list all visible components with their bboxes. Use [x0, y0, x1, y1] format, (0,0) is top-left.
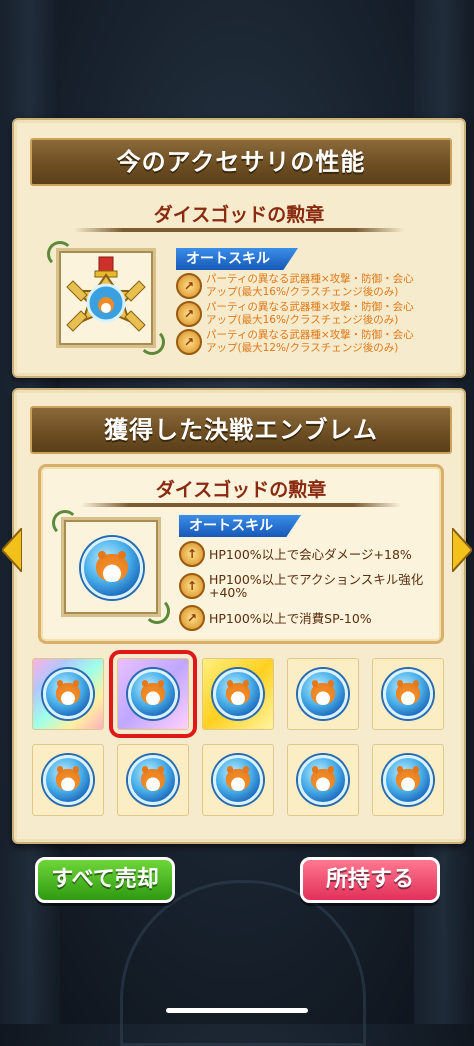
background-arch: [120, 880, 366, 1046]
emblem-skill-2: ↑ HP100%以上でアクションスキル強化+40%: [179, 573, 429, 599]
tiger-emblem-icon: [383, 669, 433, 719]
tiger-emblem-icon: [128, 755, 178, 805]
accessory-skill-2: ↗ パーティの異なる武器種×攻撃・防御・会心アップ(最大16%/クラスチェンジ後…: [176, 301, 421, 327]
emblem-detail-card: ダイスゴッドの勲章 オートスキル ↑ HP100%以上で会心ダメージ+18% ↑…: [38, 464, 444, 644]
current-accessory-panel: 今のアクセサリの性能 ダイスゴッドの勲章 オートスキル ↗ パーティの異なる武器…: [12, 118, 466, 378]
tiger-emblem-icon: [298, 669, 348, 719]
accessory-skill-text: パーティの異なる武器種×攻撃・防御・会心アップ(最大12%/クラスチェンジ後のみ…: [206, 329, 414, 354]
emblem-slot[interactable]: [202, 658, 274, 730]
next-arrow-icon[interactable]: [452, 528, 472, 572]
emblem-slot[interactable]: [287, 744, 359, 816]
emblem-skill-text: HP100%以上で会心ダメージ+18%: [209, 546, 412, 562]
tiger-emblem-icon: [43, 755, 93, 805]
accessory-name: ダイスゴッドの勲章: [153, 204, 325, 226]
accessory-skill-text: パーティの異なる武器種×攻撃・防御・会心アップ(最大16%/クラスチェンジ後のみ…: [206, 301, 414, 326]
tiger-emblem-icon: [43, 669, 93, 719]
emblem-slot[interactable]: [287, 658, 359, 730]
tiger-emblem-icon: [383, 755, 433, 805]
skill-level-icon: ↗: [179, 605, 205, 631]
skill-level-icon: ↗: [176, 301, 202, 327]
medal-icon: [66, 256, 146, 332]
emblem-frame: [52, 510, 170, 624]
tiger-emblem-icon: [128, 669, 178, 719]
emblem-slot[interactable]: [32, 744, 104, 816]
current-accessory-title: 今のアクセサリの性能: [30, 138, 452, 186]
name-divider: [74, 228, 404, 232]
tiger-emblem-icon: [213, 669, 263, 719]
sell-all-button[interactable]: すべて売却: [35, 857, 175, 903]
emblem-skill-text: HP100%以上で消費SP-10%: [209, 610, 372, 626]
accessory-skill-1: ↗ パーティの異なる武器種×攻撃・防御・会心アップ(最大16%/クラスチェンジ後…: [176, 273, 421, 299]
earned-emblem-panel: 獲得した決戦エンブレム ダイスゴッドの勲章 オートスキル ↑ HP100%以上で…: [12, 388, 466, 844]
skill-level-icon: ↗: [176, 329, 202, 355]
emblem-slot[interactable]: [117, 744, 189, 816]
emblem-skill-3: ↗ HP100%以上で消費SP-10%: [179, 605, 429, 631]
skill-up-icon: ↑: [179, 541, 205, 567]
emblem-name-divider: [81, 503, 401, 507]
emblem-slot[interactable]: [372, 744, 444, 816]
accessory-frame: [47, 241, 165, 355]
emblem-slot-selected[interactable]: [109, 650, 197, 738]
emblem-slot[interactable]: [372, 658, 444, 730]
accessory-skill-3: ↗ パーティの異なる武器種×攻撃・防御・会心アップ(最大12%/クラスチェンジ後…: [176, 329, 421, 355]
accessory-auto-skill-tag: オートスキル: [176, 248, 298, 270]
emblem-skill-1: ↑ HP100%以上で会心ダメージ+18%: [179, 541, 429, 567]
accessory-skill-text: パーティの異なる武器種×攻撃・防御・会心アップ(最大16%/クラスチェンジ後のみ…: [206, 273, 414, 298]
keep-button[interactable]: 所持する: [300, 857, 440, 903]
skill-level-icon: ↗: [176, 273, 202, 299]
emblem-slot[interactable]: [32, 658, 104, 730]
tiger-emblem-icon: [81, 537, 143, 599]
previous-arrow-icon[interactable]: [2, 528, 22, 572]
emblem-slot[interactable]: [202, 744, 274, 816]
earned-emblem-title: 獲得した決戦エンブレム: [30, 406, 452, 454]
emblem-name: ダイスゴッドの勲章: [155, 479, 327, 501]
tiger-emblem-icon: [298, 755, 348, 805]
home-indicator[interactable]: [166, 1008, 308, 1013]
emblem-auto-skill-tag: オートスキル: [179, 515, 301, 537]
skill-up-icon: ↑: [179, 573, 205, 599]
emblem-skill-text: HP100%以上でアクションスキル強化+40%: [209, 572, 424, 600]
tiger-emblem-icon: [213, 755, 263, 805]
